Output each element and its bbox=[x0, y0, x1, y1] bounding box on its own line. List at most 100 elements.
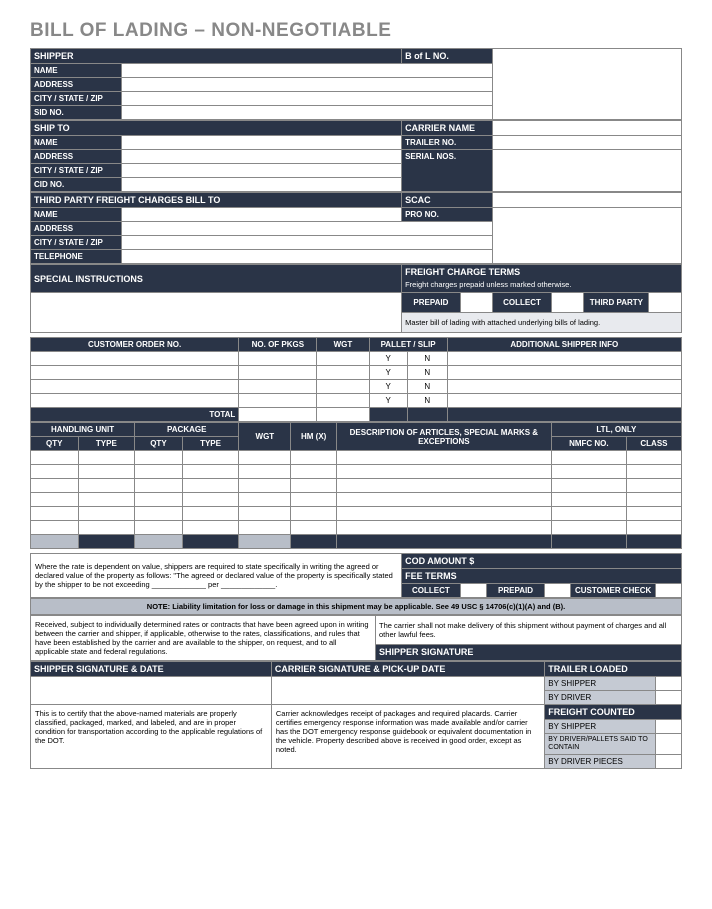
fc-by-driver-pieces-box[interactable] bbox=[655, 754, 681, 768]
fc-by-driver-pallets-box[interactable] bbox=[655, 734, 681, 754]
received-block: Received, subject to individually determ… bbox=[30, 615, 682, 661]
special-freight-block: SPECIAL INSTRUCTIONS FREIGHT CHARGE TERM… bbox=[30, 264, 682, 333]
shipper-block: SHIPPER B of L NO. NAME ADDRESS CITY / S… bbox=[30, 48, 682, 120]
signature-block: SHIPPER SIGNATURE & DATE CARRIER SIGNATU… bbox=[30, 661, 682, 768]
hmx-hdr: HM (X) bbox=[291, 423, 337, 451]
tl-by-shipper: BY SHIPPER bbox=[545, 677, 656, 691]
fc-by-driver-pieces: BY DRIVER PIECES bbox=[545, 754, 656, 768]
fc-by-shipper-box[interactable] bbox=[655, 720, 681, 734]
desc-hdr: DESCRIPTION OF ARTICLES, SPECIAL MARKS &… bbox=[336, 423, 551, 451]
liability-block: NOTE: Liability limitation for loss or d… bbox=[30, 598, 682, 615]
fee-terms-label: FEE TERMS bbox=[402, 569, 682, 584]
trailer-loaded-hdr: TRAILER LOADED bbox=[545, 662, 682, 677]
package-hdr: PACKAGE bbox=[135, 423, 239, 437]
carrier-name-field[interactable] bbox=[493, 121, 682, 136]
liability-note: NOTE: Liability limitation for loss or d… bbox=[31, 599, 682, 615]
shipto-name-field[interactable] bbox=[122, 136, 402, 150]
type-hdr: TYPE bbox=[78, 437, 135, 451]
scac-label: SCAC bbox=[402, 193, 493, 208]
prono-label: PRO NO. bbox=[402, 208, 493, 222]
special-instr-field[interactable] bbox=[31, 293, 402, 333]
thirdparty-header: THIRD PARTY FREIGHT CHARGES BILL TO bbox=[31, 193, 402, 208]
detail-table: HANDLING UNIT PACKAGE WGT HM (X) DESCRIP… bbox=[30, 422, 682, 549]
tp-csz-label: CITY / STATE / ZIP bbox=[31, 236, 122, 250]
cod-label: COD AMOUNT $ bbox=[402, 554, 682, 569]
shipto-name-label: NAME bbox=[31, 136, 122, 150]
carrier-ack-text: Carrier acknowledges receipt of packages… bbox=[271, 705, 544, 768]
carrier-sig-field[interactable] bbox=[271, 677, 544, 705]
addlshipper-hdr: ADDITIONAL SHIPPER INFO bbox=[447, 338, 681, 352]
shipto-block: SHIP TO CARRIER NAME NAME TRAILER NO. AD… bbox=[30, 120, 682, 192]
collect-label: COLLECT bbox=[493, 293, 552, 313]
palletslip-hdr: PALLET / SLIP bbox=[369, 338, 447, 352]
fee-collect-box[interactable] bbox=[460, 584, 486, 598]
shipper-sid-label: SID NO. bbox=[31, 106, 122, 120]
freight-counted-hdr: FREIGHT COUNTED bbox=[545, 705, 682, 720]
thirdparty-box[interactable] bbox=[649, 293, 682, 313]
shipper-signature-header: SHIPPER SIGNATURE bbox=[376, 644, 682, 661]
tp-name-field[interactable] bbox=[122, 208, 402, 222]
fee-prepaid: PREPAID bbox=[486, 584, 545, 598]
serial-nos-label: SERIAL NOS. bbox=[402, 150, 493, 192]
shipper-csz-label: CITY / STATE / ZIP bbox=[31, 92, 122, 106]
shipto-cid-label: CID NO. bbox=[31, 178, 122, 192]
table-cell[interactable] bbox=[31, 352, 239, 366]
shipper-name-field[interactable] bbox=[122, 64, 493, 78]
fee-custcheck-box[interactable] bbox=[655, 584, 681, 598]
page-title: BILL OF LADING – NON-NEGOTIABLE bbox=[30, 20, 682, 42]
serial-nos-field[interactable] bbox=[493, 150, 682, 192]
freight-terms-sub: Freight charges prepaid unless marked ot… bbox=[405, 280, 571, 289]
nopkgs-hdr: NO. OF PKGS bbox=[239, 338, 317, 352]
carrier-name-label: CARRIER NAME bbox=[402, 121, 493, 136]
qty-hdr: QTY bbox=[31, 437, 79, 451]
fc-by-driver-pallets: BY DRIVER/PALLETS SAID TO CONTAIN bbox=[545, 734, 656, 754]
shipto-header: SHIP TO bbox=[31, 121, 402, 136]
tp-address-field[interactable] bbox=[122, 222, 493, 236]
tp-telephone-label: TELEPHONE bbox=[31, 250, 122, 264]
rate-note: Where the rate is dependent on value, sh… bbox=[31, 554, 402, 598]
type-hdr2: TYPE bbox=[182, 437, 239, 451]
tp-name-label: NAME bbox=[31, 208, 122, 222]
tp-telephone-field[interactable] bbox=[122, 250, 493, 264]
class-hdr: CLASS bbox=[626, 437, 681, 451]
total-label: TOTAL bbox=[31, 408, 239, 422]
shipper-sig-field[interactable] bbox=[31, 677, 272, 705]
bol-no-field[interactable] bbox=[493, 49, 682, 120]
fee-prepaid-box[interactable] bbox=[545, 584, 571, 598]
master-bol-note: Master bill of lading with attached unde… bbox=[402, 313, 682, 333]
shipper-address-field[interactable] bbox=[122, 78, 493, 92]
certify-text: This is to certify that the above-named … bbox=[31, 705, 272, 768]
wgt-hdr2: WGT bbox=[239, 423, 291, 451]
shipto-cid-field[interactable] bbox=[122, 178, 402, 192]
tl-by-shipper-box[interactable] bbox=[655, 677, 681, 691]
shipper-sid-field[interactable] bbox=[122, 106, 493, 120]
freight-terms-header: FREIGHT CHARGE TERMS Freight charges pre… bbox=[402, 265, 682, 293]
tl-by-driver: BY DRIVER bbox=[545, 691, 656, 705]
order-table: CUSTOMER ORDER NO. NO. OF PKGS WGT PALLE… bbox=[30, 337, 682, 422]
shipper-name-label: NAME bbox=[31, 64, 122, 78]
prepaid-box[interactable] bbox=[460, 293, 493, 313]
carrier-no-delivery: The carrier shall not make delivery of t… bbox=[376, 616, 682, 644]
wgt-hdr: WGT bbox=[317, 338, 369, 352]
bol-no-label: B of L NO. bbox=[402, 49, 493, 64]
thirdparty-block: THIRD PARTY FREIGHT CHARGES BILL TO SCAC… bbox=[30, 192, 682, 264]
shipper-address-label: ADDRESS bbox=[31, 78, 122, 92]
tl-by-driver-box[interactable] bbox=[655, 691, 681, 705]
shipper-header: SHIPPER bbox=[31, 49, 402, 64]
tp-csz-field[interactable] bbox=[122, 236, 493, 250]
tp-address-label: ADDRESS bbox=[31, 222, 122, 236]
collect-box[interactable] bbox=[551, 293, 584, 313]
fee-collect: COLLECT bbox=[402, 584, 461, 598]
received-text: Received, subject to individually determ… bbox=[31, 616, 376, 661]
shipper-csz-field[interactable] bbox=[122, 92, 493, 106]
shipto-address-field[interactable] bbox=[122, 150, 402, 164]
shipto-csz-field[interactable] bbox=[122, 164, 402, 178]
shipper-sig-date-hdr: SHIPPER SIGNATURE & DATE bbox=[31, 662, 272, 677]
qty-hdr2: QTY bbox=[135, 437, 183, 451]
thirdparty-label: THIRD PARTY bbox=[584, 293, 649, 313]
scac-field[interactable] bbox=[493, 193, 682, 208]
prono-field[interactable] bbox=[493, 208, 682, 264]
handling-unit-hdr: HANDLING UNIT bbox=[31, 423, 135, 437]
trailer-no-field[interactable] bbox=[493, 136, 682, 150]
fee-custcheck: CUSTOMER CHECK bbox=[571, 584, 656, 598]
